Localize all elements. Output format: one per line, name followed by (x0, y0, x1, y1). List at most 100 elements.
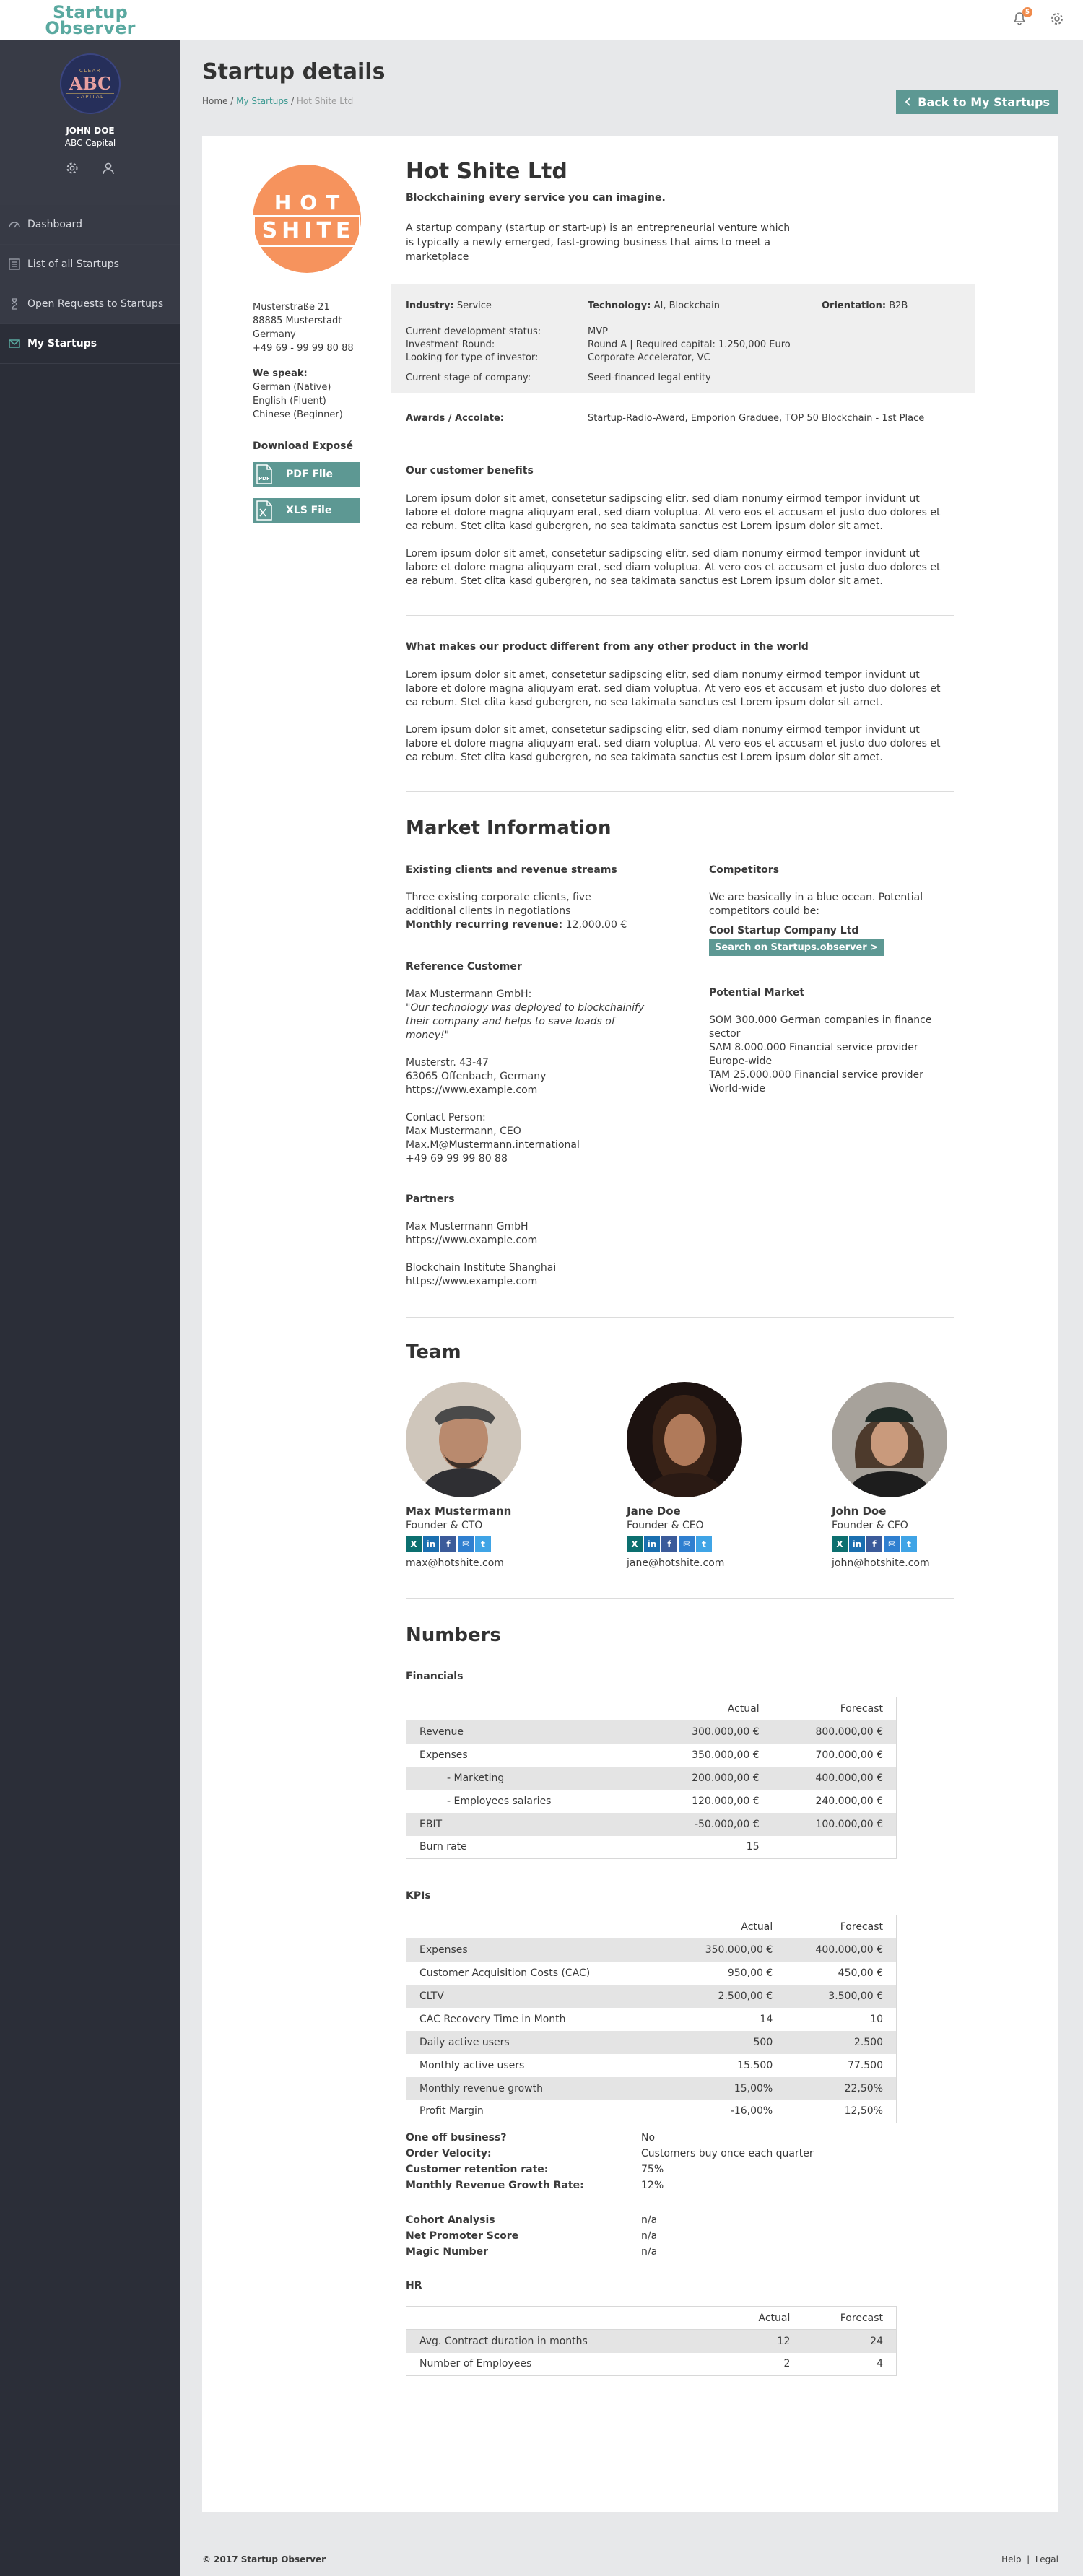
pdf-file-icon: PDF (254, 464, 274, 485)
facebook-icon[interactable]: f (661, 1536, 677, 1552)
search-startups-observer-button[interactable]: Search on Startups.observer > (709, 939, 884, 956)
kpis-table: Actual Forecast Expenses 350.000,00 €400.… (406, 1915, 897, 2123)
fact-orientation: Orientation: B2B (822, 300, 908, 311)
facebook-icon[interactable]: f (866, 1536, 882, 1552)
team-member-role: Founder & CFO (832, 1520, 908, 1531)
partner-name: Blockchain Institute Shanghai (406, 1262, 557, 1274)
address-line: 88885 Musterstadt (253, 316, 342, 326)
linkedin-icon[interactable]: in (849, 1536, 865, 1552)
fact-value: Service (456, 300, 492, 311)
team-member-name: John Doe (832, 1505, 887, 1518)
download-xls-button[interactable]: XLS File (253, 498, 360, 523)
nav-label-dashboard: Dashboard (27, 219, 82, 230)
download-expose-title: Download Exposé (253, 440, 353, 452)
facebook-icon[interactable]: f (440, 1536, 456, 1552)
bell-icon[interactable]: 5 (1011, 7, 1032, 27)
table-header-actual: Actual (728, 2306, 804, 2330)
footer-legal-link[interactable]: Legal (1035, 2554, 1058, 2564)
row-label-cell: Number of Employees (419, 2358, 532, 2370)
competitors-block: Competitors We are basically in a blue o… (709, 863, 940, 956)
user-icon[interactable] (101, 161, 116, 175)
forecast-value-cell: 24 (803, 2329, 897, 2353)
partner-url[interactable]: https://www.example.com (406, 1234, 658, 1248)
email-icon[interactable]: ✉ (884, 1536, 900, 1552)
actual-value-cell: 350.000,00 € (692, 1749, 760, 1761)
kpis-body: Expenses 350.000,00 €400.000,00 € Customer… (406, 1938, 897, 2123)
market-info-title: Market Information (406, 817, 612, 839)
team-member-email[interactable]: john@hotshite.com (832, 1557, 998, 1569)
sidebar: CLEAR ABC CAPITAL JOHN DOE ABC Capital D… (0, 40, 180, 2576)
xing-icon[interactable]: X (627, 1536, 643, 1552)
actual-value-cell: 14 (760, 2013, 773, 2025)
twitter-icon[interactable]: t (901, 1536, 917, 1552)
metric-label: One off business? (406, 2132, 507, 2144)
partner-url[interactable]: https://www.example.com (406, 1275, 658, 1289)
nav-item-list-startups[interactable]: List of all Startups (0, 245, 180, 284)
forecast-value-cell: 240.000,00 € (815, 1795, 883, 1807)
page-title: Startup details (202, 59, 386, 84)
avatar-main-text: ABC (66, 74, 115, 94)
contact-phone[interactable]: +49 69 99 99 80 88 (406, 1152, 658, 1166)
row-label-cell: Expenses (406, 1938, 676, 1962)
table-row: Profit Margin -16,00% 12,50% (406, 2100, 897, 2123)
fact-stage-value: Seed-financed legal entity (588, 373, 711, 383)
download-pdf-button[interactable]: PDF PDF File (253, 462, 360, 487)
difference-paragraph: Lorem ipsum dolor sit amet, consetetur s… (406, 669, 941, 708)
fact-label: Orientation: (822, 300, 887, 311)
language-item: German (Native) (253, 382, 331, 393)
footer-help-link[interactable]: Help (1001, 2554, 1021, 2564)
metric-label: Monthly Revenue Growth Rate: (406, 2180, 584, 2191)
row-label-cell: - Marketing (406, 1766, 649, 1790)
breadcrumb-current: Hot Shite Ltd (296, 96, 354, 106)
xing-icon[interactable]: X (406, 1536, 422, 1552)
forecast-value-cell: 400.000,00 € (786, 1938, 897, 1962)
row-label-cell: Monthly active users (419, 2059, 525, 2071)
team-member-name: Max Mustermann (406, 1505, 512, 1518)
difference-title: What makes our product different from an… (406, 641, 809, 653)
twitter-icon[interactable]: t (696, 1536, 712, 1552)
table-row: Burn rate 15 (406, 1836, 897, 1859)
linkedin-icon[interactable]: in (423, 1536, 439, 1552)
gear-icon[interactable] (1048, 10, 1066, 27)
contact-email[interactable]: Max.M@Mustermann.international (406, 1139, 658, 1152)
fact-value: AI, Blockchain (653, 300, 720, 311)
breadcrumb: Home / My Startups / Hot Shite Ltd (202, 96, 353, 106)
phone-number[interactable]: +49 69 - 99 99 80 88 (253, 341, 368, 355)
reference-url[interactable]: https://www.example.com (406, 1084, 658, 1097)
metric-value: n/a (641, 2230, 658, 2242)
twitter-icon[interactable]: t (475, 1536, 491, 1552)
team-member: Jane Doe Founder & CEO X in f ✉ t jane@h… (627, 1382, 793, 1569)
fact-technology: Technology: AI, Blockchain (588, 300, 720, 311)
nav-item-dashboard[interactable]: Dashboard (0, 205, 180, 245)
back-to-my-startups-button[interactable]: Back to My Startups (896, 90, 1058, 114)
social-links: X in f ✉ t (832, 1536, 998, 1552)
table-header-actual: Actual (648, 1697, 773, 1720)
tam-text: TAM 25.000.000 Financial service provide… (709, 1069, 923, 1095)
team-member-email[interactable]: jane@hotshite.com (627, 1557, 793, 1569)
row-label-cell: - Employees salaries (447, 1795, 552, 1807)
brand-logo[interactable]: Startup Observer (0, 0, 180, 40)
metric-row: Magic Number n/a (406, 2244, 657, 2260)
email-icon[interactable]: ✉ (458, 1536, 474, 1552)
row-label-cell: CLTV (406, 1984, 676, 2008)
settings-icon[interactable] (65, 161, 79, 175)
row-label-cell: Monthly revenue growth (406, 2076, 676, 2100)
competitors-title: Competitors (709, 864, 780, 876)
xing-icon[interactable]: X (832, 1536, 848, 1552)
nav-item-open-requests[interactable]: Open Requests to Startups (0, 284, 180, 324)
row-label-cell: Daily active users (406, 2030, 676, 2054)
forecast-value-cell (773, 1836, 897, 1859)
breadcrumb-home[interactable]: Home (202, 96, 227, 106)
actual-value-cell: 500 (675, 2030, 786, 2054)
competitor-name: Cool Startup Company Ltd (709, 925, 859, 936)
actual-value-cell: -50.000,00 € (648, 1812, 773, 1836)
table-row: Monthly revenue growth 15,00% 22,50% (406, 2076, 897, 2100)
breadcrumb-my-startups[interactable]: My Startups (236, 96, 288, 106)
email-icon[interactable]: ✉ (679, 1536, 695, 1552)
benefits-paragraph: Lorem ipsum dolor sit amet, consetetur s… (406, 493, 941, 532)
brand-line-2: Observer (45, 18, 136, 38)
actual-value-cell: 2 (783, 2358, 791, 2370)
team-member-email[interactable]: max@hotshite.com (406, 1557, 572, 1569)
nav-item-my-startups[interactable]: My Startups (0, 324, 180, 364)
linkedin-icon[interactable]: in (644, 1536, 660, 1552)
